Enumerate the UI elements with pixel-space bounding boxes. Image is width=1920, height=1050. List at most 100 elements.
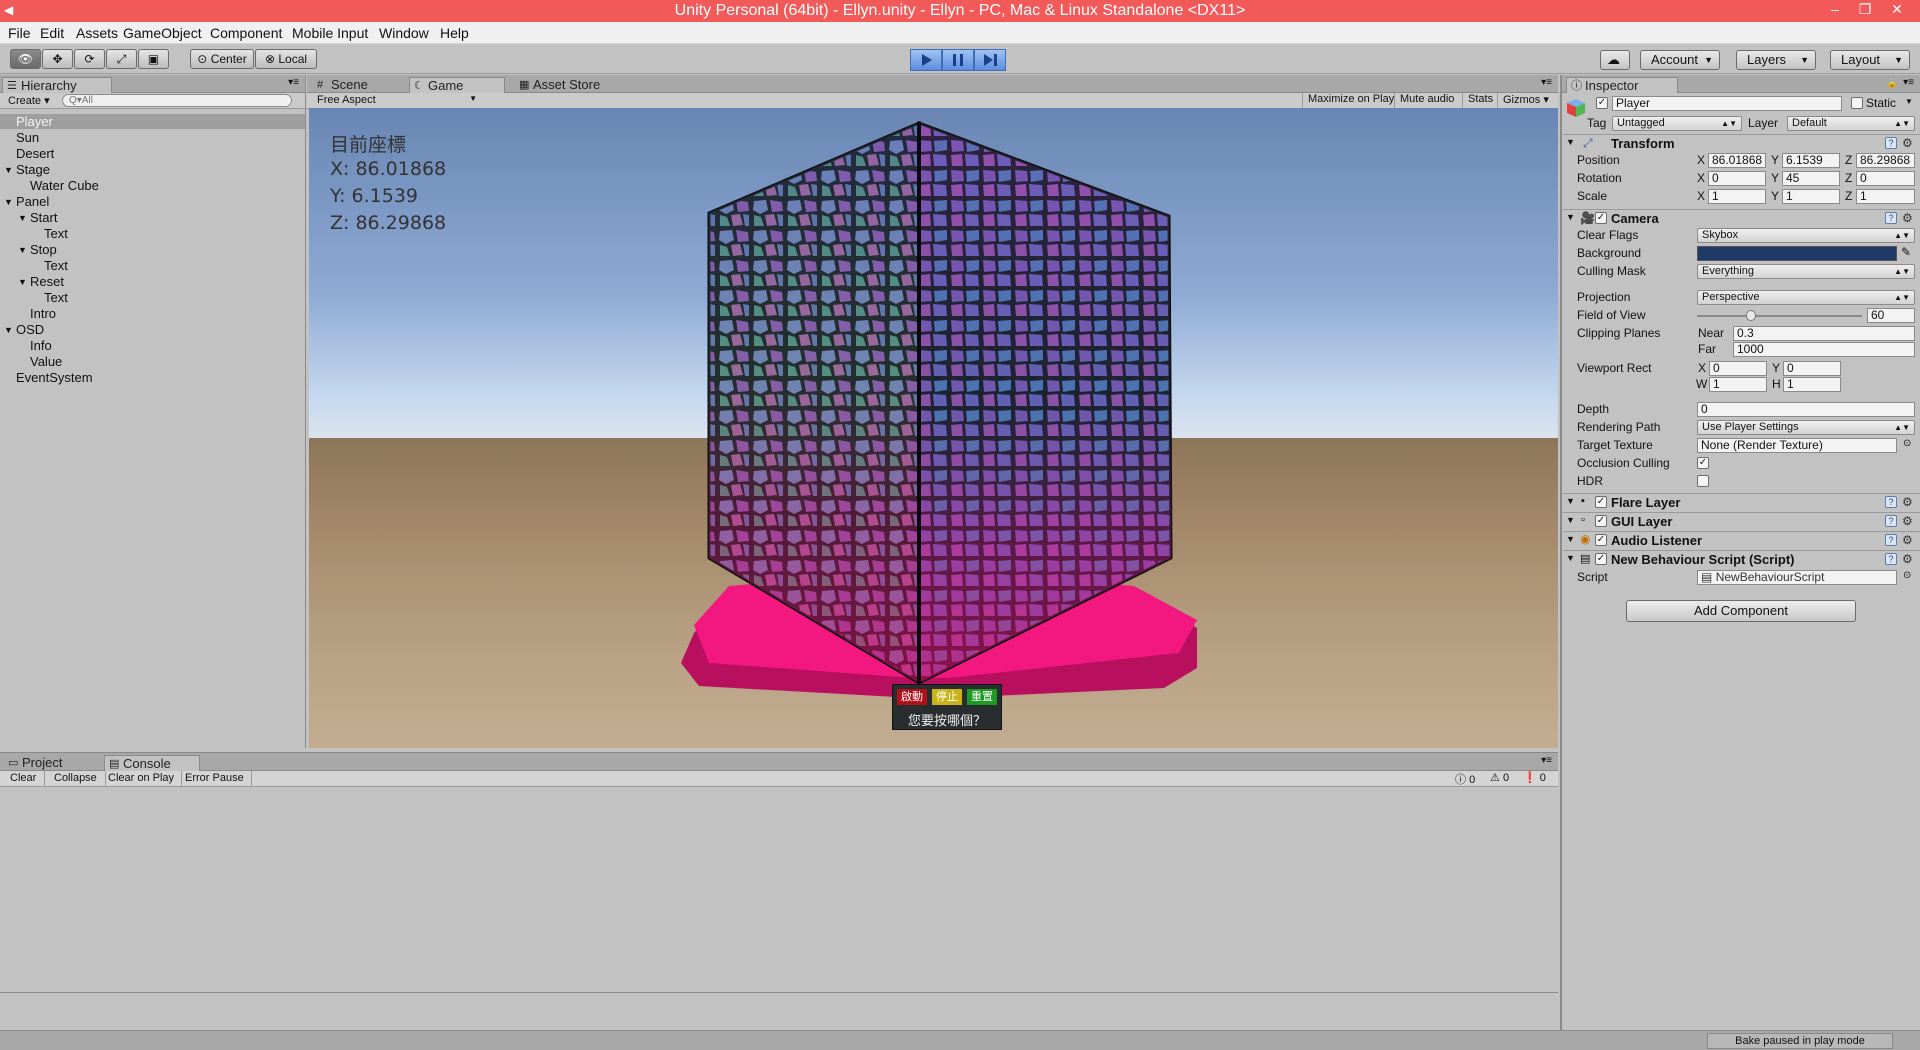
- clear-on-play-toggle[interactable]: Clear on Play: [101, 771, 183, 786]
- create-dropdown[interactable]: Create ▾: [8, 94, 50, 107]
- view-tool-button[interactable]: 👁: [10, 49, 41, 69]
- gear-icon[interactable]: ⚙: [1902, 211, 1913, 225]
- gear-icon[interactable]: ⚙: [1902, 136, 1913, 150]
- maximize-on-play-toggle[interactable]: Maximize on Play: [1302, 93, 1399, 108]
- stats-toggle[interactable]: Stats: [1462, 93, 1498, 108]
- hdr-checkbox[interactable]: [1697, 475, 1709, 487]
- help-icon[interactable]: ?: [1885, 137, 1897, 149]
- hierarchy-item[interactable]: Desert: [4, 146, 304, 162]
- scale-y-field[interactable]: 1: [1782, 189, 1840, 204]
- projection-dropdown[interactable]: Perspective ▲▼: [1697, 290, 1915, 305]
- chevron-down-icon[interactable]: ▼: [1905, 97, 1913, 106]
- hierarchy-item[interactable]: ▼ OSD: [4, 322, 304, 338]
- help-icon[interactable]: ?: [1885, 534, 1897, 546]
- foldout-icon[interactable]: ▼: [18, 242, 27, 258]
- hierarchy-item[interactable]: Intro: [4, 306, 304, 322]
- hierarchy-item[interactable]: Sun: [4, 130, 304, 146]
- foldout-icon[interactable]: ▼: [4, 194, 13, 210]
- tab-scene[interactable]: # Scene: [313, 77, 403, 93]
- console-log-area[interactable]: [0, 788, 1558, 993]
- camera-header[interactable]: ▼ 🎥 ✓ Camera ? ⚙: [1563, 209, 1920, 227]
- panel-menu-icon[interactable]: ▾≡: [288, 77, 299, 88]
- gizmos-dropdown[interactable]: Gizmos ▾: [1497, 93, 1554, 108]
- menu-window[interactable]: Window: [379, 25, 429, 41]
- play-button[interactable]: [910, 49, 942, 71]
- hierarchy-search-input[interactable]: [62, 94, 292, 107]
- viewport-x-field[interactable]: 0: [1709, 361, 1767, 376]
- rotation-z-field[interactable]: 0: [1856, 171, 1915, 186]
- foldout-icon[interactable]: ▼: [18, 274, 27, 290]
- foldout-icon[interactable]: ▼: [18, 210, 27, 226]
- hierarchy-item[interactable]: ▼ Stop: [4, 242, 304, 258]
- culling-mask-dropdown[interactable]: Everything ▲▼: [1697, 264, 1915, 279]
- background-color-swatch[interactable]: [1697, 246, 1897, 261]
- occlusion-culling-checkbox[interactable]: ✓: [1697, 457, 1709, 469]
- tag-dropdown[interactable]: Untagged ▲▼: [1612, 116, 1742, 131]
- reset-button[interactable]: 重置: [967, 689, 997, 705]
- warning-count-toggle[interactable]: ⚠ 0: [1490, 771, 1509, 784]
- script-component-header[interactable]: ▼ ▤ ✓ New Behaviour Script (Script) ? ⚙: [1563, 550, 1920, 568]
- fov-slider-track[interactable]: [1697, 315, 1862, 317]
- eyedropper-icon[interactable]: ✎: [1901, 245, 1911, 259]
- clear-flags-dropdown[interactable]: Skybox ▲▼: [1697, 228, 1915, 243]
- layers-dropdown[interactable]: Layers ▼: [1736, 50, 1816, 70]
- add-component-button[interactable]: Add Component: [1626, 600, 1856, 622]
- foldout-icon[interactable]: ▼: [4, 322, 13, 338]
- tab-project[interactable]: ▭ Project: [4, 755, 100, 771]
- help-icon[interactable]: ?: [1885, 515, 1897, 527]
- menu-help[interactable]: Help: [440, 25, 469, 41]
- hierarchy-item[interactable]: Text: [4, 226, 304, 242]
- start-button[interactable]: 啟動: [897, 689, 927, 705]
- hierarchy-item[interactable]: Info: [4, 338, 304, 354]
- rotate-tool-button[interactable]: ⟳: [74, 49, 105, 69]
- account-dropdown[interactable]: Account ▼: [1640, 50, 1720, 70]
- far-clip-field[interactable]: 1000: [1733, 342, 1915, 357]
- tab-hierarchy[interactable]: ☰ Hierarchy: [2, 77, 112, 93]
- active-checkbox[interactable]: ✓: [1596, 97, 1608, 109]
- gear-icon[interactable]: ⚙: [1902, 495, 1913, 509]
- gui-layer-header[interactable]: ▼ ▫ ✓ GUI Layer ? ⚙: [1563, 512, 1920, 530]
- step-button[interactable]: [974, 49, 1006, 71]
- gear-icon[interactable]: ⚙: [1902, 514, 1913, 528]
- lock-icon[interactable]: 🔒: [1887, 78, 1898, 89]
- target-texture-field[interactable]: None (Render Texture): [1697, 438, 1897, 453]
- minimize-icon[interactable]: –: [1820, 1, 1850, 17]
- layout-dropdown[interactable]: Layout ▼: [1830, 50, 1910, 70]
- error-count-toggle[interactable]: ❗ 0: [1523, 771, 1546, 784]
- error-pause-toggle[interactable]: Error Pause: [178, 771, 252, 786]
- mute-audio-toggle[interactable]: Mute audio: [1394, 93, 1459, 108]
- object-picker-icon[interactable]: ⊙: [1903, 570, 1911, 581]
- rect-tool-button[interactable]: ▣: [138, 49, 169, 69]
- flare-layer-header[interactable]: ▼ ▪ ✓ Flare Layer ? ⚙: [1563, 493, 1920, 511]
- foldout-icon[interactable]: ▼: [4, 162, 13, 178]
- position-z-field[interactable]: 86.29868: [1856, 153, 1915, 168]
- transform-header[interactable]: ▼ ⤢ Transform ? ⚙: [1563, 134, 1920, 152]
- tab-console[interactable]: ▤ Console: [104, 755, 200, 771]
- hierarchy-item[interactable]: EventSystem: [4, 370, 304, 386]
- hierarchy-item[interactable]: ▼ Stage: [4, 162, 304, 178]
- scale-tool-button[interactable]: ⤢: [106, 49, 137, 69]
- menu-file[interactable]: File: [8, 25, 31, 41]
- script-field[interactable]: ▤ NewBehaviourScript: [1697, 570, 1897, 585]
- viewport-w-field[interactable]: 1: [1709, 377, 1767, 392]
- hierarchy-item[interactable]: Player: [4, 114, 304, 130]
- menu-assets[interactable]: Assets: [76, 25, 118, 41]
- restore-icon[interactable]: ❐: [1850, 1, 1880, 18]
- panel-menu-icon[interactable]: ▾≡: [1541, 755, 1552, 766]
- viewport-y-field[interactable]: 0: [1783, 361, 1841, 376]
- scale-z-field[interactable]: 1: [1856, 189, 1915, 204]
- gui-layer-checkbox[interactable]: ✓: [1595, 515, 1607, 527]
- rotation-y-field[interactable]: 45: [1782, 171, 1840, 186]
- pause-button[interactable]: [942, 49, 974, 71]
- panel-menu-icon[interactable]: ▾≡: [1903, 77, 1914, 88]
- static-checkbox[interactable]: [1851, 97, 1863, 109]
- hierarchy-item[interactable]: ▼ Panel: [4, 194, 304, 210]
- scale-x-field[interactable]: 1: [1708, 189, 1766, 204]
- menu-edit[interactable]: Edit: [40, 25, 64, 41]
- menu-component[interactable]: Component: [210, 25, 282, 41]
- script-enabled-checkbox[interactable]: ✓: [1595, 553, 1607, 565]
- gear-icon[interactable]: ⚙: [1902, 533, 1913, 547]
- hierarchy-item[interactable]: ▼ Start: [4, 210, 304, 226]
- hierarchy-item[interactable]: ▼ Reset: [4, 274, 304, 290]
- tab-asset-store[interactable]: ▦ Asset Store: [515, 77, 635, 93]
